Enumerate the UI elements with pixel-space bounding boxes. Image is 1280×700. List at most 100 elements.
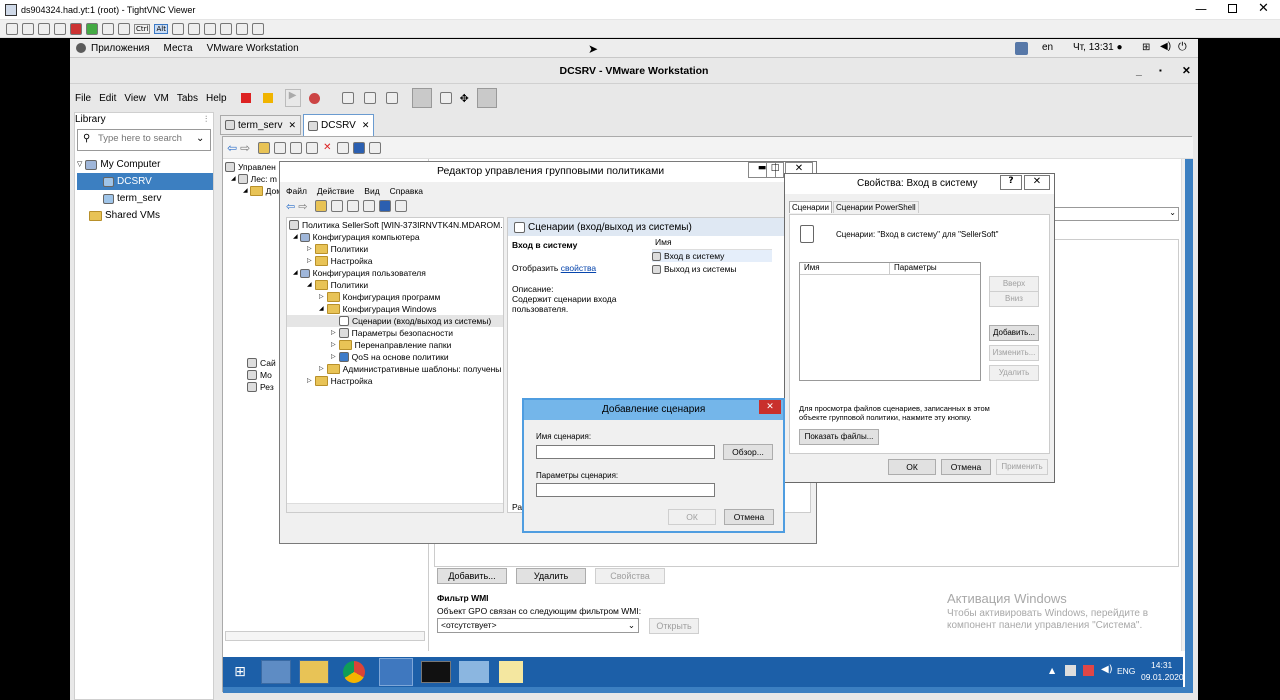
tray-time[interactable]: 14:31 [1151, 660, 1172, 670]
alt-toggle[interactable]: Alt [154, 23, 168, 34]
props-apply-button[interactable]: Применить [996, 459, 1048, 475]
gpmc-tree-hscroll[interactable] [225, 631, 425, 641]
gp-tree-hscroll[interactable] [287, 503, 503, 512]
gpmc-delegation-props-button[interactable]: Свойства [595, 568, 665, 584]
gp-tree-windows-settings[interactable]: ◢ Конфигурация Windows [287, 303, 503, 315]
gp-up-icon[interactable] [315, 200, 328, 212]
props-edit-button[interactable]: Изменить... [989, 345, 1039, 361]
zoom-fit-icon[interactable] [235, 22, 248, 35]
menu-file[interactable]: File [75, 93, 91, 104]
browse-button[interactable]: Обзор... [723, 444, 773, 460]
gp-tree-user-policies[interactable]: ◢ Политики [287, 279, 503, 291]
new-connection-icon[interactable] [6, 22, 18, 35]
vnc-maximize-button[interactable] [1228, 4, 1237, 13]
tray-network-icon[interactable] [1065, 665, 1076, 676]
back-icon[interactable]: ⇦ [227, 141, 237, 155]
gp-help-icon[interactable] [379, 200, 392, 212]
options-icon[interactable] [38, 22, 50, 35]
menu-applications[interactable]: Приложения [91, 43, 150, 54]
forward-icon[interactable]: ⇨ [240, 141, 250, 155]
gpmc-delegation-delete-button[interactable]: Удалить [516, 568, 586, 584]
gp-editor-taskbar-icon[interactable] [379, 658, 413, 686]
add-script-ok-button[interactable]: ОК [668, 509, 716, 525]
vmware-maximize-button[interactable]: ▪ [1159, 58, 1162, 84]
show-hide-tree-icon[interactable] [274, 141, 287, 154]
zoom-100-icon[interactable] [219, 22, 232, 35]
chevron-down-icon[interactable]: ⌄ [196, 133, 204, 144]
vmware-minimize-button[interactable]: _ [1136, 58, 1142, 84]
delete-icon[interactable]: ✕ [323, 142, 331, 153]
gpmc-delegation-add-button[interactable]: Добавить... [437, 568, 507, 584]
gp-tree-computer-config[interactable]: ◢ Конфигурация компьютера [287, 231, 503, 243]
save-icon[interactable] [22, 22, 34, 35]
menu-places[interactable]: Места [164, 43, 193, 54]
gp-editor-maximize-button[interactable]: □ [766, 162, 784, 178]
tab-close-icon[interactable]: ✕ [362, 120, 370, 131]
props-ok-button[interactable]: ОК [888, 459, 936, 475]
paste-icon[interactable] [306, 141, 319, 154]
props-delete-button[interactable]: Удалить [989, 365, 1039, 381]
props-tab-powershell[interactable]: Сценарии PowerShell [832, 201, 919, 213]
snapshot-icon[interactable] [341, 92, 354, 104]
tree-term-serv[interactable]: term_serv [77, 190, 213, 207]
gp-export-icon[interactable] [347, 200, 360, 212]
tray-volume-icon[interactable]: ◀) [1101, 664, 1113, 675]
volume-icon[interactable]: ◀) [1160, 41, 1171, 52]
tree-dcsrv[interactable]: DCSRV [77, 173, 213, 190]
props-down-button[interactable]: Вниз [989, 291, 1039, 307]
gp-tree-qos[interactable]: ▷ QoS на основе политики [287, 351, 503, 363]
cmd-icon[interactable] [421, 661, 451, 683]
refresh-icon[interactable] [336, 141, 349, 154]
fullscreen-icon[interactable] [251, 22, 264, 35]
reset-icon[interactable] [308, 92, 320, 104]
gp-list-item-logon[interactable]: Вход в систему [652, 250, 772, 262]
gp-tree-policy-root[interactable]: Политика SellerSoft [WIN-373IRNVTK4N.MDA… [287, 219, 503, 231]
props-show-files-button[interactable]: Показать файлы... [799, 429, 879, 445]
add-script-close-button[interactable]: ✕ [759, 400, 781, 414]
props-close-button[interactable]: ✕ [1024, 175, 1050, 190]
network-icon[interactable]: ⊞ [1142, 42, 1150, 53]
tab-dcsrv[interactable]: DCSRV ✕ [303, 114, 375, 136]
gp-back-icon[interactable]: ⇦ [286, 200, 295, 213]
info-icon[interactable] [54, 22, 66, 35]
tray-lang[interactable]: ENG [1117, 666, 1135, 676]
gp-menu-file[interactable]: Файл [286, 186, 307, 196]
refresh-icon[interactable] [86, 22, 98, 35]
zoom-in-icon[interactable] [187, 22, 200, 35]
props-help-button[interactable]: ? [1000, 175, 1022, 190]
menu-vm[interactable]: VM [154, 93, 169, 104]
gp-properties-icon[interactable] [395, 200, 408, 212]
script-params-input[interactable] [536, 483, 715, 497]
notepad-icon[interactable] [499, 661, 523, 683]
gp-tree-admin-templates[interactable]: ▷ Административные шаблоны: получены от [287, 363, 503, 375]
gp-tree-user-prefs[interactable]: ▷ Настройка [287, 375, 503, 387]
gp-tree-software-settings[interactable]: ▷ Конфигурация программ [287, 291, 503, 303]
gp-list-header[interactable]: Имя [652, 237, 772, 250]
vnc-minimize-button[interactable]: — [1195, 2, 1209, 16]
snapshot-manager-icon[interactable] [385, 92, 398, 104]
add-script-cancel-button[interactable]: Отмена [724, 509, 774, 525]
props-cancel-button[interactable]: Отмена [941, 459, 991, 475]
script-name-input[interactable] [536, 445, 715, 459]
show-properties-link[interactable]: свойства [561, 263, 596, 273]
menu-help[interactable]: Help [206, 93, 227, 104]
gp-refresh-icon[interactable] [363, 200, 376, 212]
tree-shared-vms[interactable]: Shared VMs [77, 207, 213, 224]
gp-list-item-logoff[interactable]: Выход из системы [652, 263, 772, 275]
ctrl-alt-del-icon[interactable] [102, 22, 114, 35]
menu-vmware[interactable]: VMware Workstation [207, 43, 299, 54]
up-folder-icon[interactable] [258, 141, 271, 154]
power-off-icon[interactable] [240, 93, 251, 103]
props-col-name[interactable]: Имя [800, 263, 890, 275]
server-manager-icon[interactable] [261, 660, 291, 684]
props-add-button[interactable]: Добавить... [989, 325, 1039, 341]
tab-close-icon[interactable]: ✕ [288, 120, 296, 131]
thumbnail-icon[interactable] [439, 92, 452, 104]
gp-tree-security-settings[interactable]: ▷ Параметры безопасности [287, 327, 503, 339]
copy-icon[interactable] [290, 141, 303, 154]
play-icon[interactable]: ▶ [284, 89, 301, 107]
help-icon[interactable] [352, 141, 365, 154]
tab-term-serv[interactable]: term_serv ✕ [220, 115, 301, 135]
lang-indicator[interactable]: en [1042, 42, 1053, 53]
gp-tree-computer-policies[interactable]: ▷ Политики [287, 243, 503, 255]
